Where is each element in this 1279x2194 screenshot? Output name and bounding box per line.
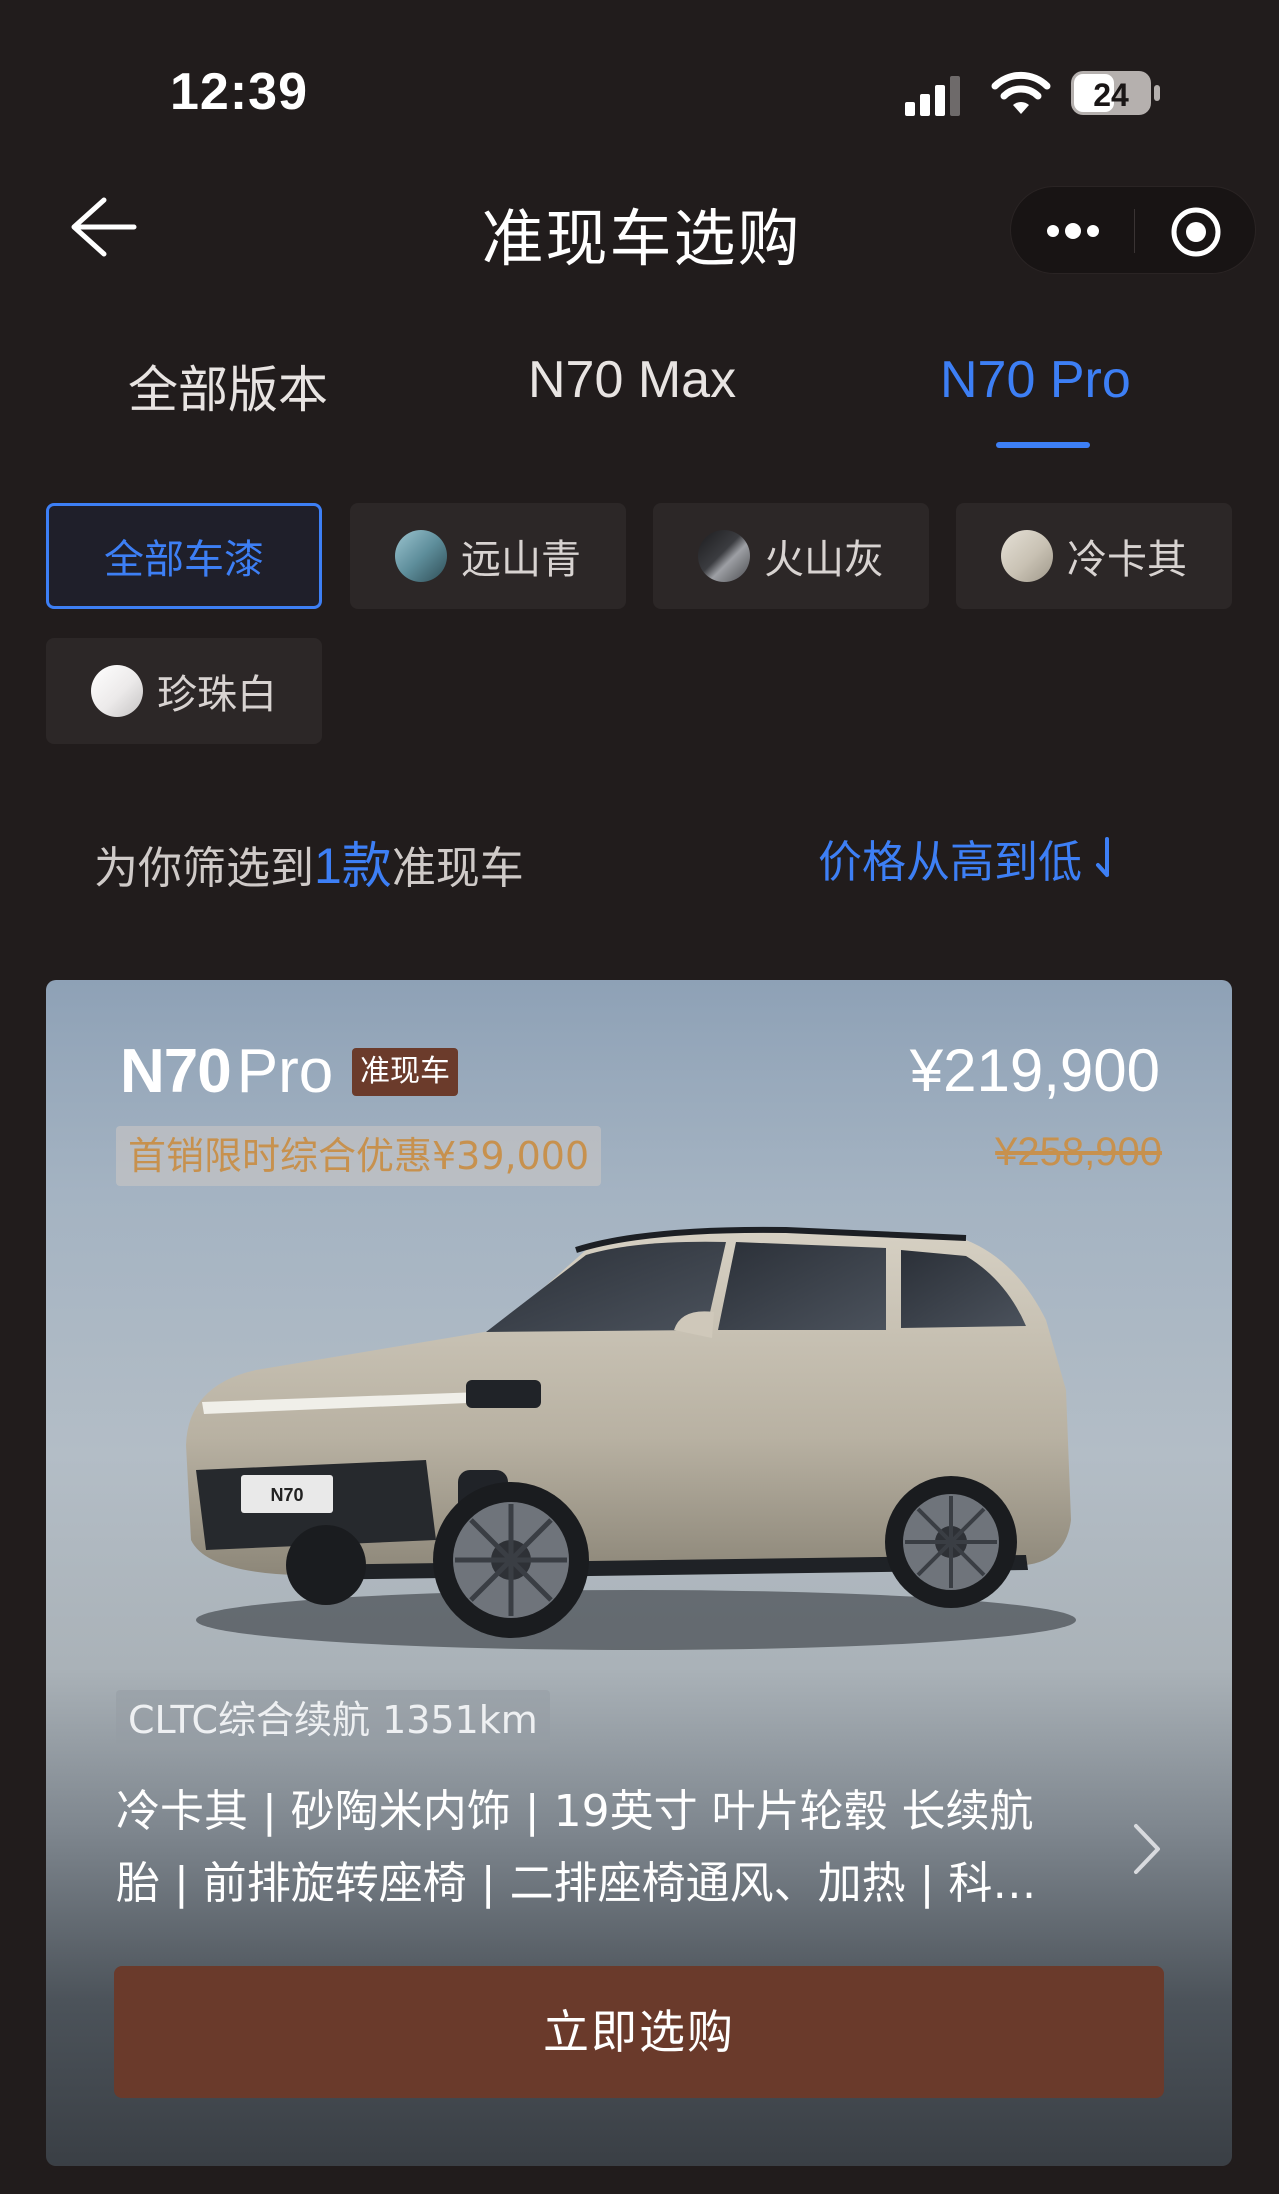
battery-icon: 24 xyxy=(1071,71,1160,115)
sort-arrow-down-icon xyxy=(1096,837,1109,877)
original-price: ¥258,900 xyxy=(995,1130,1162,1174)
chip-yuanshanqing[interactable]: 远山青 xyxy=(350,503,626,609)
chip-label: 火山灰 xyxy=(764,537,884,583)
model-sub: Pro xyxy=(236,1037,334,1106)
grey-swatch-icon xyxy=(698,530,750,582)
spec-line-2: 胎 | 前排旋转座椅 | 二排座椅通风、加热 | 科… xyxy=(116,1858,1037,1909)
model-main: N70 xyxy=(120,1037,232,1106)
chip-label: 冷卡其 xyxy=(1067,537,1187,583)
range-tag: CLTC综合续航 1351km xyxy=(116,1690,550,1750)
target-icon[interactable] xyxy=(1169,205,1223,259)
tab-all-versions[interactable]: 全部版本 xyxy=(128,350,328,422)
teal-swatch-icon xyxy=(395,530,447,582)
wifi-icon xyxy=(991,71,1051,114)
status-bar: 12:39 24 xyxy=(0,0,1279,190)
discount-tag: 首销限时综合优惠¥39,000 xyxy=(116,1126,602,1186)
chip-label: 全部车漆 xyxy=(104,537,264,583)
chip-label: 远山青 xyxy=(461,537,581,583)
page-title-text: 准现车选购 xyxy=(481,202,802,275)
battery-level: 24 xyxy=(1093,77,1129,113)
spec-line-1: 冷卡其 | 砂陶米内饰 | 19英寸 叶片轮毂 长续航 xyxy=(116,1786,1034,1837)
buy-now-button[interactable]: 立即选购 xyxy=(114,1966,1164,2098)
tab-n70-pro[interactable]: N70 Pro xyxy=(940,350,1131,410)
khaki-swatch-icon xyxy=(1001,530,1053,582)
filter-count: 1款 xyxy=(314,838,392,894)
ready-car-badge: 准现车 xyxy=(352,1048,458,1096)
mini-program-capsule xyxy=(1010,186,1256,274)
capsule-divider xyxy=(1134,209,1135,253)
license-plate: N70 xyxy=(270,1485,303,1505)
tab-n70-max[interactable]: N70 Max xyxy=(528,350,736,410)
filter-suffix: 准现车 xyxy=(391,843,524,894)
chip-zhenzhubai[interactable]: 珍珠白 xyxy=(46,638,322,744)
signal-icon xyxy=(905,76,960,116)
chip-lengkaqi[interactable]: 冷卡其 xyxy=(956,503,1232,609)
version-tabs: 全部版本 N70 Max N70 Pro xyxy=(0,350,1279,460)
card-model-name: N70 Pro xyxy=(120,1036,333,1107)
filter-result-text: 为你筛选到1款准现车 xyxy=(94,826,524,898)
chip-all-paints[interactable]: 全部车漆 xyxy=(46,503,322,609)
sort-label: 价格从高到低 xyxy=(818,837,1082,888)
filter-prefix: 为你筛选到 xyxy=(94,843,314,894)
more-icon[interactable] xyxy=(1041,207,1105,255)
chip-label: 珍珠白 xyxy=(157,672,277,718)
white-swatch-icon xyxy=(91,665,143,717)
car-card[interactable]: N70 Pro 准现车 ¥219,900 首销限时综合优惠¥39,000 ¥258… xyxy=(46,980,1232,2166)
back-arrow-icon[interactable] xyxy=(68,196,138,258)
active-tab-indicator xyxy=(996,442,1090,448)
car-image: N70 xyxy=(186,1226,1076,1650)
chip-huoshanhui[interactable]: 火山灰 xyxy=(653,503,929,609)
price: ¥219,900 xyxy=(909,1037,1160,1104)
spec-summary: 冷卡其 | 砂陶米内饰 | 19英寸 叶片轮毂 长续航 胎 | 前排旋转座椅 |… xyxy=(116,1776,1116,1920)
chevron-right-icon[interactable] xyxy=(1132,1822,1162,1876)
status-time: 12:39 xyxy=(170,63,308,121)
sort-button[interactable]: 价格从高到低 xyxy=(818,826,1120,890)
